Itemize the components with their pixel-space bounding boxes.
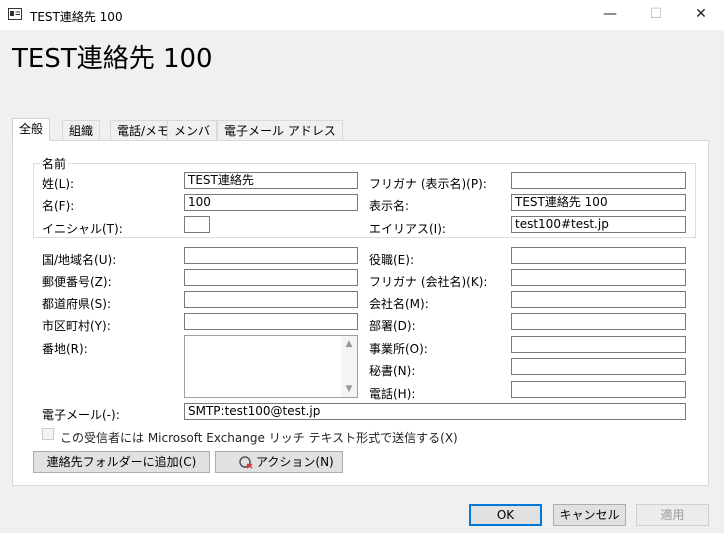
- minimize-button[interactable]: —: [587, 0, 633, 30]
- city-field[interactable]: [184, 313, 358, 330]
- tab-organization[interactable]: 組織: [62, 120, 101, 140]
- state-field[interactable]: [184, 291, 358, 308]
- postal-code-field[interactable]: [184, 269, 358, 286]
- rich-text-checkbox[interactable]: [42, 428, 54, 440]
- department-field[interactable]: [511, 313, 686, 330]
- window-title: TEST連絡先 100: [30, 10, 123, 24]
- alias-label: エイリアス(I):: [369, 222, 446, 236]
- office-label: 事業所(O):: [369, 342, 428, 356]
- phone-label: 電話(H):: [369, 387, 416, 401]
- name-group-label: 名前: [40, 155, 69, 172]
- job-title-field[interactable]: [511, 247, 686, 264]
- company-field[interactable]: [511, 291, 686, 308]
- phone-field[interactable]: [511, 381, 686, 398]
- scroll-up-icon[interactable]: ▲: [341, 336, 357, 352]
- job-title-label: 役職(E):: [369, 253, 414, 267]
- tab-general[interactable]: 全般: [12, 118, 51, 141]
- furigana-display-label: フリガナ (表示名)(P):: [369, 177, 487, 191]
- initials-field[interactable]: [184, 216, 210, 233]
- assistant-label: 秘書(N):: [369, 364, 416, 378]
- last-name-field[interactable]: TEST連絡先: [184, 172, 358, 189]
- scroll-down-icon[interactable]: ▼: [341, 381, 357, 397]
- page-title: TEST連絡先 100: [12, 44, 213, 74]
- contact-card-icon: [8, 8, 22, 20]
- furigana-company-label: フリガナ (会社名)(K):: [369, 275, 488, 289]
- rich-text-checkbox-label: この受信者には Microsoft Exchange リッチ テキスト形式で送信…: [60, 431, 458, 445]
- alias-field[interactable]: test100#test.jp: [511, 216, 686, 233]
- company-label: 会社名(M):: [369, 297, 429, 311]
- assistant-field[interactable]: [511, 358, 686, 375]
- initials-label: イニシャル(T):: [42, 222, 123, 236]
- office-field[interactable]: [511, 336, 686, 353]
- add-to-contacts-button[interactable]: 連絡先フォルダーに追加(C): [33, 451, 210, 473]
- actions-button-label: アクション(N): [256, 455, 334, 469]
- state-label: 都道府県(S):: [42, 297, 112, 311]
- display-name-label: 表示名:: [369, 199, 410, 213]
- postal-code-label: 郵便番号(Z):: [42, 275, 112, 289]
- email-label: 電子メール(-):: [42, 408, 120, 422]
- first-name-label: 名(F):: [42, 199, 75, 213]
- first-name-field[interactable]: 100: [184, 194, 358, 211]
- email-field[interactable]: SMTP:test100@test.jp: [184, 403, 686, 420]
- ok-button[interactable]: OK: [469, 504, 542, 526]
- cancel-button[interactable]: キャンセル: [553, 504, 626, 526]
- country-label: 国/地域名(U):: [42, 253, 117, 267]
- actions-button[interactable]: アクション(N): [215, 451, 343, 473]
- street-label: 番地(R):: [42, 342, 88, 356]
- furigana-company-field[interactable]: [511, 269, 686, 286]
- country-field[interactable]: [184, 247, 358, 264]
- street-field[interactable]: ▲ ▼: [184, 335, 358, 398]
- street-scrollbar[interactable]: ▲ ▼: [341, 336, 357, 397]
- apply-button[interactable]: 適用: [636, 504, 709, 526]
- furigana-display-field[interactable]: [511, 172, 686, 189]
- tab-members[interactable]: メンバ: [167, 120, 218, 140]
- close-button[interactable]: ✕: [678, 0, 724, 30]
- department-label: 部署(D):: [369, 319, 416, 333]
- display-name-field[interactable]: TEST連絡先 100: [511, 194, 686, 211]
- maximize-button[interactable]: ☐: [633, 0, 679, 30]
- tab-email-addresses[interactable]: 電子メール アドレス: [217, 120, 343, 140]
- city-label: 市区町村(Y):: [42, 319, 111, 333]
- actions-icon: [239, 456, 253, 469]
- last-name-label: 姓(L):: [42, 177, 75, 191]
